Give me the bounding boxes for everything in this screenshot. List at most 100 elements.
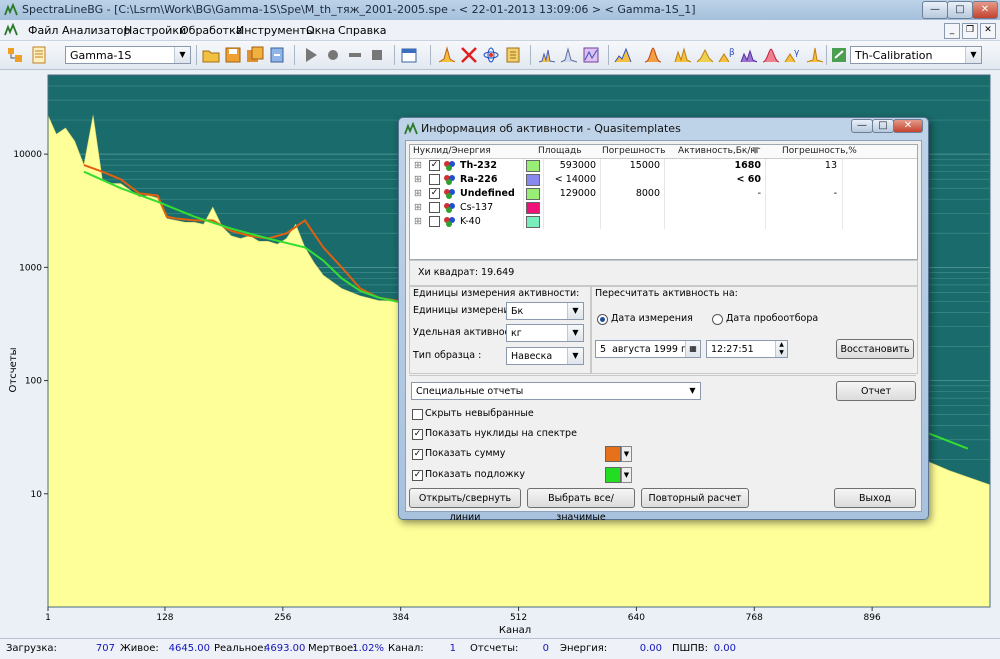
sum-color-dropdown-icon[interactable]: ▼ <box>621 446 632 462</box>
recalculate-button[interactable]: Повторный расчет <box>641 488 749 508</box>
mdi-restore-icon[interactable]: ❐ <box>962 23 978 39</box>
mdi-child-icon[interactable] <box>4 23 18 37</box>
table-row[interactable]: ⊞ Ra-226 < 14000 < 60 <box>410 173 917 187</box>
header-activity[interactable]: Активность,Бк/кг <box>678 146 761 156</box>
background-color-dropdown-icon[interactable]: ▼ <box>621 467 632 483</box>
nuclide-color-swatch[interactable] <box>526 202 540 214</box>
export-icon[interactable] <box>268 46 286 64</box>
calibration-icon[interactable] <box>614 46 632 64</box>
spectrum-colored-icon[interactable] <box>582 46 600 64</box>
delete-peaks-icon[interactable] <box>460 46 478 64</box>
show-background-checkbox[interactable]: ✓ <box>412 470 423 481</box>
row-checkbox[interactable]: ✓ <box>429 160 440 171</box>
date-month[interactable]: августа <box>612 344 651 355</box>
nuclide-atom-icon[interactable] <box>482 46 500 64</box>
menu-processing[interactable]: Обработка <box>180 24 242 37</box>
sample-type-select[interactable]: Навеска ▼ <box>506 347 584 365</box>
expand-icon[interactable]: ⊞ <box>414 160 422 171</box>
dialog-close-button[interactable]: ✕ <box>893 119 923 133</box>
table-row[interactable]: ⊞ ✓ Undefined 129000 8000 - - <box>410 187 917 201</box>
nuclide-color-swatch[interactable] <box>526 174 540 186</box>
specific-activity-select[interactable]: кг ▼ <box>506 324 584 342</box>
spectrum-compare-icon[interactable] <box>560 46 578 64</box>
show-nuclides-checkbox[interactable]: ✓ <box>412 429 423 440</box>
beta-spectrum-icon[interactable] <box>696 46 714 64</box>
header-area[interactable]: Площадь <box>538 146 582 156</box>
row-checkbox[interactable] <box>429 202 440 213</box>
expand-icon[interactable]: ⊞ <box>414 188 422 199</box>
dialog-minimize-button[interactable]: — <box>851 119 873 133</box>
dialog-maximize-button[interactable]: □ <box>872 119 894 133</box>
connect-icon[interactable] <box>6 46 24 64</box>
document-icon[interactable] <box>30 46 48 64</box>
menu-help[interactable]: Справка <box>338 24 386 37</box>
restore-button[interactable]: Восстановить <box>836 339 914 359</box>
report-button[interactable]: Отчет <box>836 381 916 401</box>
spectrum-view-icon[interactable] <box>538 46 556 64</box>
row-checkbox[interactable] <box>429 174 440 185</box>
library-icon[interactable] <box>504 46 522 64</box>
menu-analyzer[interactable]: Анализатор <box>62 24 130 37</box>
calibration-select[interactable]: Th-Calibration ▼ <box>850 46 982 64</box>
maximize-button[interactable]: □ <box>947 1 973 19</box>
table-row[interactable]: ⊞ ✓ Th-232 593000 15000 1680 13 <box>410 159 917 173</box>
calendar-icon[interactable] <box>400 46 418 64</box>
expand-icon[interactable]: ⊞ <box>414 174 422 185</box>
date-day[interactable]: 5 <box>600 344 606 355</box>
peak-search-icon[interactable] <box>438 46 456 64</box>
menu-settings[interactable]: Настройки <box>124 24 186 37</box>
nuclide-color-swatch[interactable] <box>526 216 540 228</box>
row-checkbox[interactable]: ✓ <box>429 188 440 199</box>
mdi-close-icon[interactable]: ✕ <box>980 23 996 39</box>
table-row[interactable]: ⊞ K-40 <box>410 215 917 229</box>
nuclide-color-swatch[interactable] <box>526 160 540 172</box>
date-year[interactable]: 1999 г. <box>654 344 689 355</box>
special-reports-select[interactable]: Специальные отчеты ▼ <box>411 382 701 400</box>
header-error-pct[interactable]: Погрешность,% <box>782 146 857 156</box>
close-button[interactable]: ✕ <box>972 1 998 19</box>
record-icon[interactable] <box>324 46 342 64</box>
fit-peak-icon[interactable] <box>644 46 662 64</box>
time-spin-icon[interactable]: ▲ ▼ <box>775 341 787 357</box>
background-color-swatch[interactable] <box>605 467 621 483</box>
nuclide-color-swatch[interactable] <box>526 188 540 200</box>
sum-color-swatch[interactable] <box>605 446 621 462</box>
peak-shape-icon[interactable] <box>806 46 824 64</box>
header-nuclide[interactable]: Нуклид/Энергия <box>413 146 491 156</box>
clear-icon[interactable] <box>346 46 364 64</box>
hide-unselected-checkbox[interactable] <box>412 409 423 420</box>
date-picker[interactable]: 5 августа 1999 г. ▦ <box>595 340 701 358</box>
menu-windows[interactable]: Окна <box>306 24 335 37</box>
save-icon[interactable] <box>224 46 242 64</box>
menu-file[interactable]: Файл <box>28 24 58 37</box>
time-picker[interactable]: 12:27:51 ▲ ▼ <box>706 340 788 358</box>
header-error[interactable]: Погрешность <box>602 146 665 156</box>
select-all-button[interactable]: Выбрать все/значимые <box>527 488 635 523</box>
table-row[interactable]: ⊞ Cs-137 <box>410 201 917 215</box>
row-checkbox[interactable] <box>429 216 440 227</box>
multi-peak-icon[interactable] <box>740 46 758 64</box>
energy-calibration-icon[interactable] <box>830 46 848 64</box>
gamma-label-icon[interactable]: γ <box>784 46 802 64</box>
calendar-dropdown-icon[interactable]: ▦ <box>685 341 700 357</box>
expand-icon[interactable]: ⊞ <box>414 216 422 227</box>
exit-button[interactable]: Выход <box>834 488 916 508</box>
gaussian-icon[interactable] <box>762 46 780 64</box>
alpha-spectrum-icon[interactable] <box>674 46 692 64</box>
play-icon[interactable] <box>302 46 320 64</box>
analyzer-select[interactable]: Gamma-1S ▼ <box>65 46 191 64</box>
beta-label-icon[interactable]: β <box>718 46 736 64</box>
show-sum-checkbox[interactable]: ✓ <box>412 449 423 460</box>
stop-icon[interactable] <box>368 46 386 64</box>
radio-measurement-date[interactable] <box>597 314 608 325</box>
expand-icon[interactable]: ⊞ <box>414 202 422 213</box>
minimize-button[interactable]: — <box>922 1 948 19</box>
radio-sampling-date[interactable] <box>712 314 723 325</box>
toggle-lines-button[interactable]: Открыть/свернуть линии <box>409 488 521 523</box>
save-all-icon[interactable] <box>246 46 264 64</box>
nuclide-table[interactable]: Нуклид/Энергия Площадь Погрешность Актив… <box>409 144 918 260</box>
mdi-minimize-icon[interactable]: _ <box>944 23 960 39</box>
menu-tools[interactable]: Инструменты <box>236 24 315 37</box>
open-folder-icon[interactable] <box>202 46 220 64</box>
units-select[interactable]: Бк ▼ <box>506 302 584 320</box>
